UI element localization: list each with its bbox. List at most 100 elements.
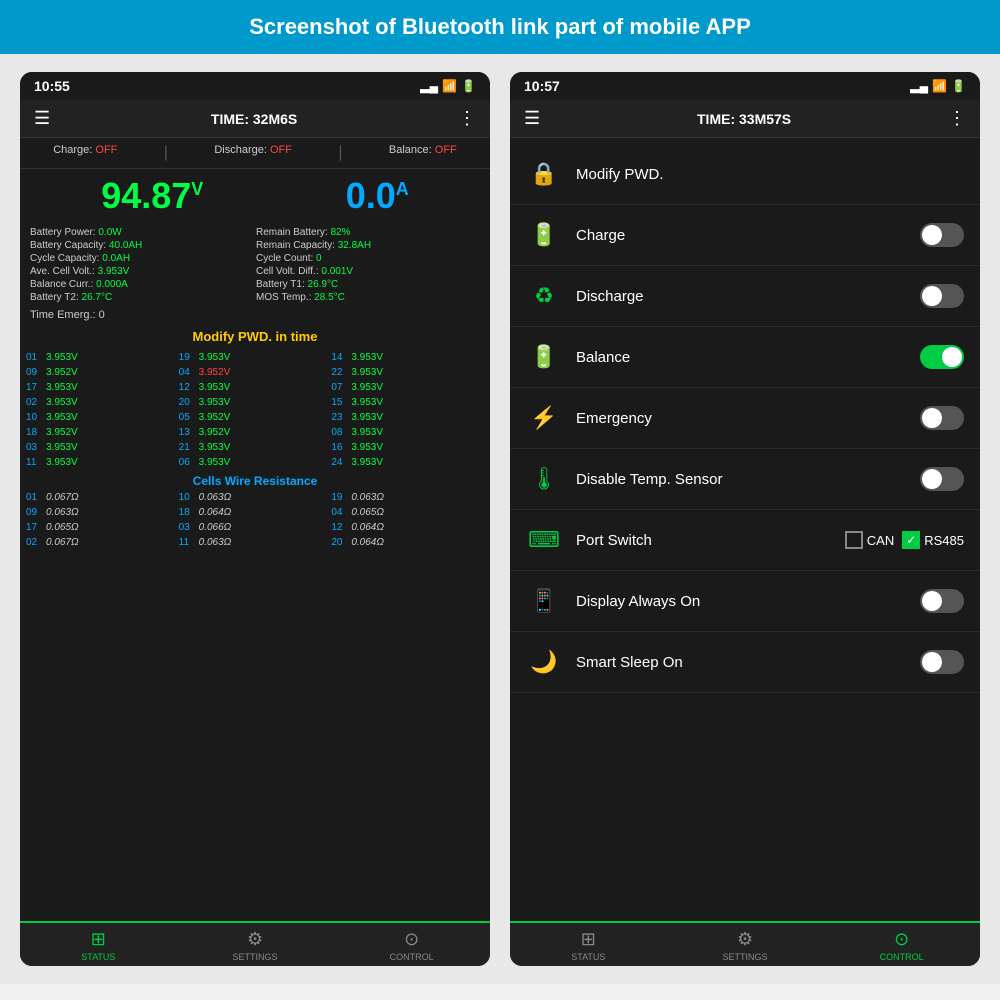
charge-label: Charge [576, 227, 906, 244]
control-nav-icon-2: ⊙ [894, 929, 909, 950]
settings-nav-label-1: SETTINGS [233, 952, 278, 962]
nav-settings-2[interactable]: ⚙ SETTINGS [667, 929, 824, 962]
cell-item: 083.953V [331, 425, 484, 440]
cell-item: 053.952V [179, 410, 332, 425]
discharge-icon: ♻ [526, 278, 562, 314]
battery-capacity: Battery Capacity: 40.0AH [30, 240, 254, 251]
status-row: Charge: OFF | Discharge: OFF | Balance: … [20, 138, 490, 169]
control-item-smart-sleep: 🌙Smart Sleep On [510, 632, 980, 693]
data-grid: Battery Power: 0.0W Remain Battery: 82% … [20, 223, 490, 307]
time-2: 10:57 [524, 78, 560, 94]
discharge-label: Discharge [576, 288, 906, 305]
more-icon-2[interactable]: ⋮ [948, 108, 966, 129]
resistances: 010.067Ω100.063Ω190.063Ω090.063Ω180.064Ω… [20, 490, 490, 550]
balance-icon: 🔋 [526, 339, 562, 375]
balance-curr: Balance Curr.: 0.000A [30, 279, 254, 290]
ampere-display: 0.0A [346, 175, 409, 217]
control-item-modify-pwd: 🔒 Modify PWD. [510, 144, 980, 205]
mos-temp: MOS Temp.: 28.5°C [256, 292, 480, 303]
modify-pwd-label: Modify PWD. [576, 166, 964, 183]
emergency-toggle[interactable] [920, 406, 964, 430]
status-icons-1: ▂▄ 📶 🔋 [420, 79, 476, 93]
control-nav-icon-1: ⊙ [404, 929, 419, 950]
cell-item: 113.953V [26, 455, 179, 470]
cell-item: 103.953V [26, 410, 179, 425]
voltage-display: 94.87V [101, 175, 203, 217]
cell-item: 243.953V [331, 455, 484, 470]
cell-item: 173.953V [26, 380, 179, 395]
signal-icon-2: ▂▄ [910, 79, 928, 93]
nav-status-2[interactable]: ⊞ STATUS [510, 929, 667, 962]
balance-toggle[interactable] [920, 345, 964, 369]
battery-power: Battery Power: 0.0W [30, 227, 254, 238]
settings-nav-label-2: SETTINGS [723, 952, 768, 962]
port-switch-options: CAN ✓RS485 [845, 531, 964, 549]
control-item-port-switch: ⌨Port SwitchCAN✓RS485 [510, 510, 980, 571]
discharge-toggle[interactable] [920, 284, 964, 308]
disable-temp-toggle[interactable] [920, 467, 964, 491]
phone-screen-1: 10:55 ▂▄ 📶 🔋 ☰ TIME: 32M6S ⋮ Charge: OFF… [20, 72, 490, 966]
menu-icon-1[interactable]: ☰ [34, 108, 50, 129]
control-nav-label-2: CONTROL [880, 952, 924, 962]
status-nav-label-2: STATUS [571, 952, 605, 962]
status-icons-2: ▂▄ 📶 🔋 [910, 79, 966, 93]
emergency-icon: ⚡ [526, 400, 562, 436]
app-title-2: TIME: 33M57S [697, 111, 791, 127]
nav-control-2[interactable]: ⊙ CONTROL [823, 929, 980, 962]
cell-item: 213.953V [179, 440, 332, 455]
nav-settings-1[interactable]: ⚙ SETTINGS [177, 929, 334, 962]
cell-item: 233.953V [331, 410, 484, 425]
rs485-option[interactable]: ✓RS485 [902, 531, 964, 549]
cell-item: 073.953V [331, 380, 484, 395]
cell-item: 043.952V [179, 365, 332, 380]
smart-sleep-toggle[interactable] [920, 650, 964, 674]
can-checkbox[interactable] [845, 531, 863, 549]
control-item-disable-temp: 🌡Disable Temp. Sensor [510, 449, 980, 510]
resistance-item: 120.064Ω [331, 520, 484, 535]
cell-item: 223.953V [331, 365, 484, 380]
control-nav-label-1: CONTROL [390, 952, 434, 962]
display-always-on-toggle[interactable] [920, 589, 964, 613]
cell-item: 013.953V [26, 350, 179, 365]
signal-icon-1: ▂▄ [420, 79, 438, 93]
smart-sleep-label: Smart Sleep On [576, 654, 906, 671]
rs485-checkbox[interactable]: ✓ [902, 531, 920, 549]
nav-status-1[interactable]: ⊞ STATUS [20, 929, 177, 962]
voltage-section: 94.87V 0.0A [20, 169, 490, 223]
cell-item: 203.953V [179, 395, 332, 410]
disable-temp-label: Disable Temp. Sensor [576, 471, 906, 488]
app-header-2: ☰ TIME: 33M57S ⋮ [510, 100, 980, 138]
menu-icon-2[interactable]: ☰ [524, 108, 540, 129]
cell-item: 193.953V [179, 350, 332, 365]
more-icon-1[interactable]: ⋮ [458, 108, 476, 129]
cell-item: 093.952V [26, 365, 179, 380]
app-title-1: TIME: 32M6S [211, 111, 297, 127]
modify-pwd-icon: 🔒 [526, 156, 562, 192]
settings-nav-icon-2: ⚙ [737, 929, 753, 950]
can-option[interactable]: CAN [845, 531, 894, 549]
battery-t1: Battery T1: 26.9°C [256, 279, 480, 290]
resistance-item: 100.063Ω [179, 490, 332, 505]
resistance-item: 180.064Ω [179, 505, 332, 520]
charge-toggle[interactable] [920, 223, 964, 247]
resistance-item: 030.066Ω [179, 520, 332, 535]
bottom-nav-1: ⊞ STATUS ⚙ SETTINGS ⊙ CONTROL [20, 921, 490, 966]
cell-item: 153.953V [331, 395, 484, 410]
settings-nav-icon-1: ⚙ [247, 929, 263, 950]
port-switch-label: Port Switch [576, 532, 831, 549]
nav-control-1[interactable]: ⊙ CONTROL [333, 929, 490, 962]
battery-icon-2: 🔋 [951, 79, 966, 93]
cell-volt-diff: Cell Volt. Diff.: 0.001V [256, 266, 480, 277]
cell-item: 183.952V [26, 425, 179, 440]
resistance-item: 200.064Ω [331, 535, 484, 550]
cells-wire-title: Cells Wire Resistance [20, 470, 490, 490]
bottom-nav-2: ⊞ STATUS ⚙ SETTINGS ⊙ CONTROL [510, 921, 980, 966]
resistance-item: 020.067Ω [26, 535, 179, 550]
status-bar-1: 10:55 ▂▄ 📶 🔋 [20, 72, 490, 100]
status-nav-icon-1: ⊞ [91, 929, 106, 950]
remain-battery: Remain Battery: 82% [256, 227, 480, 238]
battery-t2: Battery T2: 26.7°C [30, 292, 254, 303]
emergency-label: Emergency [576, 410, 906, 427]
modify-pwd-banner: Modify PWD. in time [20, 323, 490, 350]
battery-icon-1: 🔋 [461, 79, 476, 93]
